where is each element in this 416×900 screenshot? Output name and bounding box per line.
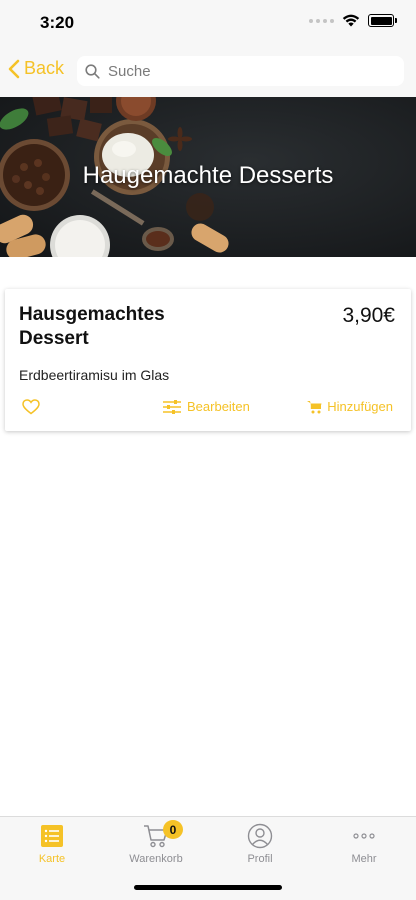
edit-label: Bearbeiten — [187, 399, 250, 414]
more-dots-icon — [353, 833, 375, 839]
tab-mehr[interactable]: Mehr — [312, 823, 416, 865]
status-icons — [309, 14, 397, 27]
profile-icon — [247, 823, 273, 849]
search-input[interactable] — [108, 62, 388, 80]
category-title: Haugemachte Desserts — [82, 162, 334, 189]
favorite-button[interactable] — [22, 399, 40, 420]
edit-button[interactable]: Bearbeiten — [163, 399, 250, 414]
product-title: Hausgemachtes Dessert — [19, 304, 165, 349]
tab-label: Karte — [38, 853, 66, 865]
home-indicator — [134, 885, 282, 890]
product-price: 3,90€ — [342, 304, 395, 327]
add-to-cart-button[interactable]: Hinzufügen — [307, 399, 393, 414]
category-hero-banner: Haugemachte Desserts — [0, 97, 416, 257]
product-card[interactable]: Hausgemachtes Dessert 3,90€ Erdbeertiram… — [5, 289, 411, 431]
tab-warenkorb[interactable]: 0 Warenkorb — [104, 820, 208, 865]
tab-label: Mehr — [351, 853, 377, 865]
back-button[interactable]: Back — [8, 58, 64, 79]
tab-label: Profil — [247, 853, 273, 865]
product-actions: Bearbeiten Hinzufügen — [5, 399, 411, 421]
cart-icon — [307, 400, 322, 413]
search-icon — [85, 63, 100, 79]
back-label: Back — [24, 58, 65, 78]
battery-icon — [368, 14, 397, 27]
sliders-icon — [163, 399, 181, 414]
search-bar[interactable] — [77, 56, 404, 86]
product-description: Erdbeertiramisu im Glas — [19, 367, 170, 383]
wifi-icon — [342, 14, 360, 27]
tab-karte[interactable]: Karte — [0, 823, 104, 865]
status-bar: 3:20 — [0, 0, 416, 46]
status-time: 3:20 — [40, 13, 75, 32]
nav-bar: Back — [0, 46, 416, 97]
signal-icon — [309, 18, 334, 23]
tab-profil[interactable]: Profil — [208, 823, 312, 865]
heart-icon — [22, 399, 40, 415]
menu-list-icon — [41, 825, 63, 847]
add-label: Hinzufügen — [327, 399, 393, 414]
chevron-left-icon — [8, 59, 20, 78]
cart-count-badge: 0 — [163, 820, 183, 839]
tab-label: Warenkorb — [129, 853, 183, 865]
